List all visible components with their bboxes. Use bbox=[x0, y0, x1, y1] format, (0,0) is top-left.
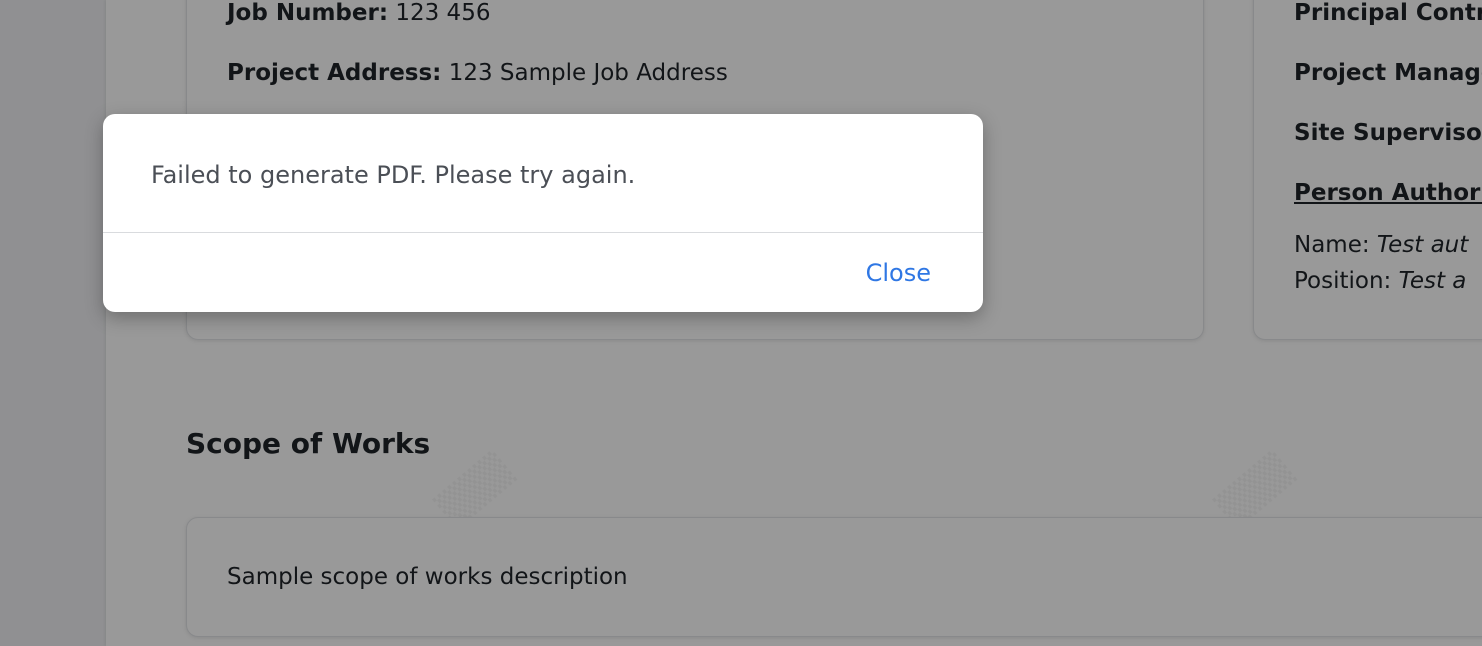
modal-backdrop[interactable] bbox=[0, 0, 1482, 646]
error-message: Failed to generate PDF. Please try again… bbox=[151, 161, 636, 189]
page-stage: Job Number: 123 456 Project Address: 123… bbox=[0, 0, 1482, 646]
error-dialog: Failed to generate PDF. Please try again… bbox=[103, 114, 983, 312]
close-button[interactable]: Close bbox=[866, 257, 931, 289]
dialog-footer: Close bbox=[103, 233, 983, 312]
